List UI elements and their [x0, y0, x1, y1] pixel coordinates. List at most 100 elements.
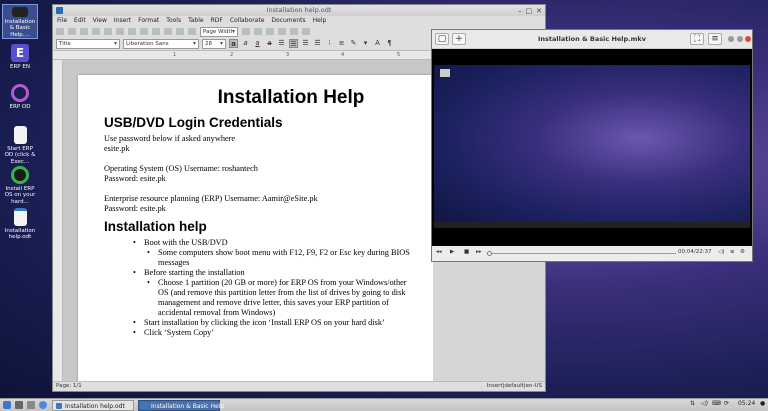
writer-titlebar[interactable]: Installation help.odt – □ ✕: [53, 5, 545, 16]
highlight-icon[interactable]: ✎: [349, 39, 358, 48]
insert-image-icon[interactable]: [254, 28, 262, 35]
menu-documents[interactable]: Documents: [271, 16, 305, 26]
minimize-button[interactable]: [728, 36, 734, 42]
open-icon[interactable]: [68, 28, 76, 35]
numbered-list-icon[interactable]: ≡: [337, 39, 346, 48]
desktop-icon-help-odt[interactable]: Installation help.odt: [2, 208, 38, 241]
menu-table[interactable]: Table: [188, 16, 204, 26]
italic-button[interactable]: a: [241, 39, 250, 48]
bold-button[interactable]: a: [229, 39, 238, 48]
fullscreen-button[interactable]: ⛶: [690, 33, 704, 45]
player-titlebar[interactable]: ▢ + Installation & Basic Help.mkv ⛶ ≡: [432, 30, 752, 49]
next-icon[interactable]: ▸▸: [476, 249, 482, 255]
menu-collaborate[interactable]: Collaborate: [230, 16, 265, 26]
menu-insert[interactable]: Insert: [114, 16, 131, 26]
bullet-list-icon[interactable]: ⁝: [325, 39, 334, 48]
menu-tools[interactable]: Tools: [166, 16, 181, 26]
copy-icon[interactable]: [128, 28, 136, 35]
video-taskbar: [434, 222, 750, 228]
desktop-icon-start-erp[interactable]: Start ERP OD (click & Exec...: [2, 126, 38, 165]
previous-icon[interactable]: ◂◂: [436, 249, 442, 255]
writer-title: Installation help.odt: [266, 6, 332, 14]
new-icon[interactable]: [56, 28, 64, 35]
font-size-select[interactable]: 28: [202, 38, 226, 49]
seek-handle[interactable]: [487, 251, 492, 256]
start-menu-icon[interactable]: [3, 401, 11, 409]
volume-icon[interactable]: ◁): [701, 400, 708, 407]
redo-icon[interactable]: [164, 28, 172, 35]
find-icon[interactable]: [176, 28, 184, 35]
keyboard-icon[interactable]: ⌨: [712, 400, 721, 407]
align-right-icon[interactable]: ☰: [301, 39, 310, 48]
insert-chart-icon[interactable]: [266, 28, 274, 35]
hyperlink-icon[interactable]: [290, 28, 298, 35]
menu-rdf[interactable]: RDF: [211, 16, 223, 26]
menu-view[interactable]: View: [93, 16, 107, 26]
desktop-icon-video[interactable]: Installation & Basic Help....: [2, 4, 38, 39]
print-icon[interactable]: [104, 28, 112, 35]
volume-icon[interactable]: ◁): [718, 249, 724, 255]
seek-bar[interactable]: [490, 253, 676, 254]
character-formatting-icon[interactable]: A: [373, 39, 382, 48]
paragraph-formatting-icon[interactable]: ¶: [385, 39, 394, 48]
task-writer[interactable]: Installation help.odt: [52, 400, 134, 411]
strikethrough-button[interactable]: a: [265, 39, 274, 48]
special-character-icon[interactable]: [278, 28, 286, 35]
spellcheck-icon[interactable]: [188, 28, 196, 35]
page-count: Page: 1/1: [56, 383, 82, 389]
list-item: Start installation by clicking the icon …: [104, 318, 412, 328]
font-name-select[interactable]: Liberation Sans: [123, 38, 199, 49]
cut-icon[interactable]: [116, 28, 124, 35]
align-left-icon[interactable]: ☰: [277, 39, 286, 48]
list-item: Choose 1 partition (20 GB or more) for E…: [104, 278, 412, 318]
paste-icon[interactable]: [140, 28, 148, 35]
horizontal-ruler[interactable]: 1 2 3 4 5: [53, 51, 433, 60]
chevron-down-icon[interactable]: ▾: [361, 39, 370, 48]
insert-table-icon[interactable]: [242, 28, 250, 35]
menu-edit[interactable]: Edit: [74, 16, 86, 26]
task-player[interactable]: Installation & Basic Help: [138, 400, 224, 411]
show-desktop-icon[interactable]: [15, 401, 23, 409]
file-manager-icon[interactable]: [27, 401, 35, 409]
desktop-icon-erp-en[interactable]: E ERP EN: [2, 44, 38, 70]
stop-icon[interactable]: ■: [464, 249, 469, 255]
menu-file[interactable]: File: [57, 16, 67, 26]
document-area[interactable]: Installation Help USB/DVD Login Credenti…: [63, 60, 433, 382]
pin-icon[interactable]: ▢: [435, 33, 449, 45]
desktop-icon-label: Install ERP OS on your hard...: [4, 186, 36, 205]
zoom-select[interactable]: Page Width: [200, 26, 238, 37]
maximize-button[interactable]: [737, 36, 743, 42]
maximize-button[interactable]: □: [526, 6, 533, 17]
menu-icon[interactable]: ≡: [708, 33, 722, 45]
text-file-icon: [13, 126, 27, 144]
network-icon[interactable]: ⇅: [690, 400, 695, 407]
player-title: Installation & Basic Help.mkv: [538, 35, 646, 43]
minimize-button[interactable]: –: [518, 6, 522, 17]
comment-icon[interactable]: [302, 28, 310, 35]
browser-icon[interactable]: [39, 401, 47, 409]
close-button[interactable]: ✕: [536, 6, 542, 17]
close-button[interactable]: [745, 36, 751, 42]
update-icon[interactable]: ⟳: [724, 400, 729, 407]
align-center-icon[interactable]: ☰: [289, 39, 298, 48]
save-icon[interactable]: [80, 28, 88, 35]
underline-button[interactable]: a: [253, 39, 262, 48]
settings-icon[interactable]: ⚙: [740, 249, 745, 255]
taskbar: Installation help.odt Installation & Bas…: [0, 398, 768, 411]
notifications-icon[interactable]: ●: [760, 400, 765, 407]
clock[interactable]: 05:24: [738, 400, 755, 407]
paragraph-style-select[interactable]: Title: [56, 38, 120, 49]
video-frame[interactable]: [432, 49, 752, 248]
heading-installation: Installation help: [104, 219, 207, 234]
menu-format[interactable]: Format: [138, 16, 159, 26]
desktop-icon-erp-od[interactable]: ERP OD: [2, 84, 38, 110]
playlist-icon[interactable]: ≡: [730, 249, 735, 255]
add-button[interactable]: +: [452, 33, 466, 45]
document-page[interactable]: Installation Help USB/DVD Login Credenti…: [78, 75, 433, 382]
play-icon[interactable]: ▶: [450, 249, 454, 255]
export-pdf-icon[interactable]: [92, 28, 100, 35]
menu-help[interactable]: Help: [313, 16, 327, 26]
desktop-icon-install[interactable]: Install ERP OS on your hard...: [2, 166, 38, 205]
justify-icon[interactable]: ☰: [313, 39, 322, 48]
undo-icon[interactable]: [152, 28, 160, 35]
